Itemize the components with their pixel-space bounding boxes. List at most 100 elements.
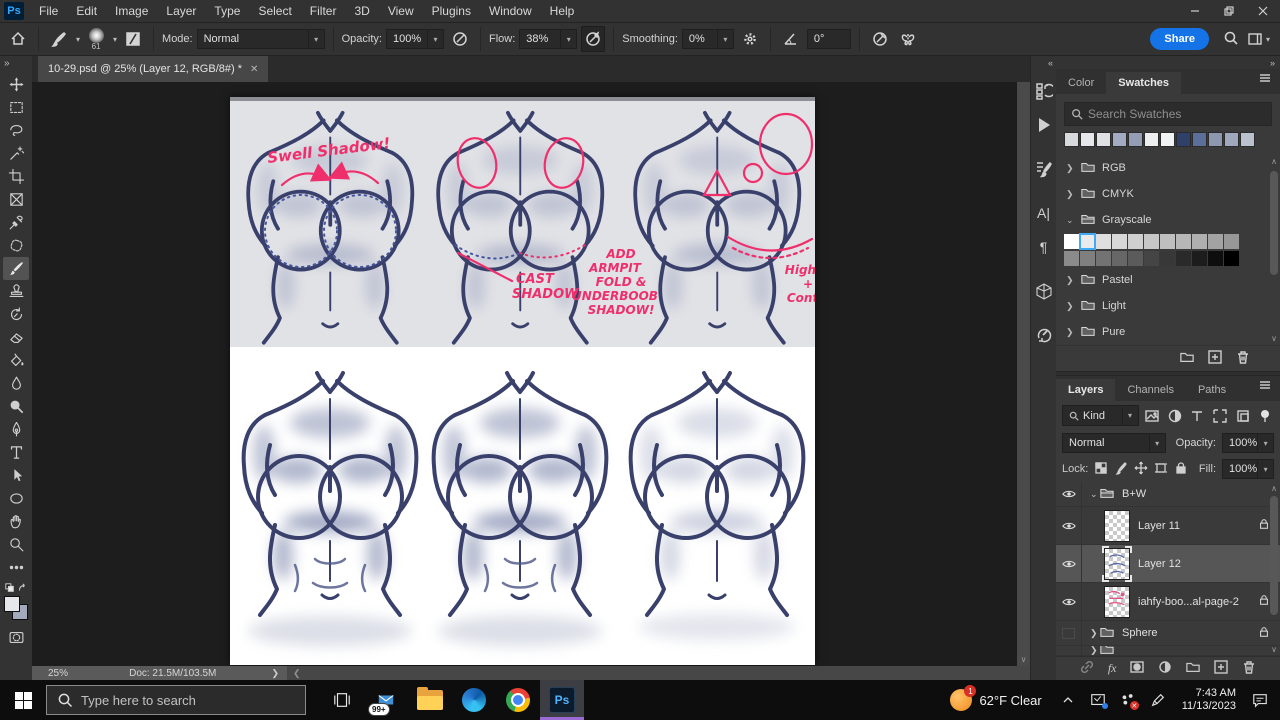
lock-all-icon[interactable]: [1174, 461, 1188, 478]
crop-tool-icon[interactable]: [3, 165, 29, 188]
grayscale-swatch-0-3[interactable]: [1112, 234, 1127, 249]
layer-row-layer-12[interactable]: Layer 12: [1056, 545, 1280, 583]
status-popup-chevron-icon[interactable]: ❯: [263, 668, 287, 679]
new-layer-icon[interactable]: [1214, 660, 1228, 677]
share-button[interactable]: Share: [1150, 28, 1209, 50]
layer-thumbnail[interactable]: [1104, 585, 1130, 618]
visibility-eye-icon[interactable]: [1056, 545, 1082, 582]
tab-channels[interactable]: Channels: [1115, 379, 1185, 401]
brush-tool-preset-icon[interactable]: [47, 26, 71, 52]
group-expand-chevron-icon[interactable]: ⌄: [1090, 489, 1100, 500]
lock-position-icon[interactable]: [1134, 461, 1148, 478]
group-expand-chevron-icon[interactable]: ❯: [1090, 628, 1100, 639]
lock-transparency-icon[interactable]: [1094, 461, 1108, 478]
document-tab[interactable]: 10-29.psd @ 25% (Layer 12, RGB/8#) * ✕: [38, 56, 269, 82]
filter-image-layers-icon[interactable]: [1144, 406, 1162, 426]
default-swap-colors-icons[interactable]: [3, 583, 29, 593]
smoothing-select[interactable]: 0% ▾: [681, 29, 734, 49]
scroll-left-icon[interactable]: ❮: [287, 668, 301, 679]
grayscale-swatch-0-2[interactable]: [1096, 234, 1111, 249]
layer-name[interactable]: Layer 12: [1138, 558, 1181, 570]
menu-item-plugins[interactable]: Plugins: [423, 0, 480, 22]
grayscale-swatch-0-9[interactable]: [1208, 234, 1223, 249]
photoshop-taskbar-button[interactable]: Ps: [540, 680, 584, 720]
symmetry-butterfly-icon[interactable]: [896, 26, 920, 52]
delete-swatch-icon[interactable]: [1236, 350, 1250, 367]
new-swatch-group-icon[interactable]: [1180, 350, 1194, 367]
minimize-button[interactable]: [1178, 0, 1212, 22]
filter-type-layers-icon[interactable]: [1189, 406, 1207, 426]
visibility-eye-icon[interactable]: [1056, 482, 1082, 506]
new-group-icon[interactable]: [1186, 660, 1200, 677]
art-history-panel-icon[interactable]: [1032, 322, 1056, 348]
pen-tray-icon[interactable]: [1148, 690, 1168, 710]
menu-item-image[interactable]: Image: [106, 0, 157, 22]
sync-error-tray-icon[interactable]: ✕: [1118, 690, 1139, 710]
grayscale-swatch-1-9[interactable]: [1208, 251, 1223, 266]
new-swatch-icon[interactable]: [1208, 350, 1222, 367]
grayscale-swatch-1-10[interactable]: [1224, 251, 1239, 266]
zoom-tool-icon[interactable]: [3, 533, 29, 556]
taskbar-clock[interactable]: 7:43 AM 11/13/2023: [1178, 687, 1240, 713]
expand-tools-chevron-icon[interactable]: »: [0, 56, 14, 73]
foreground-background-color-swatches[interactable]: [3, 596, 29, 622]
scroll-up-icon[interactable]: ∧: [1269, 484, 1279, 493]
restore-button[interactable]: [1212, 0, 1246, 22]
filter-kind-select[interactable]: Kind ▾: [1062, 405, 1139, 426]
path-selection-tool-icon[interactable]: [3, 464, 29, 487]
vertical-scrollbar[interactable]: ∨: [1017, 82, 1030, 666]
grayscale-swatch-0-4[interactable]: [1128, 234, 1143, 249]
action-center-icon[interactable]: [1250, 690, 1270, 710]
grayscale-swatch-1-3[interactable]: [1112, 251, 1127, 266]
taskbar-search-input[interactable]: [81, 692, 295, 708]
layer-name[interactable]: Layer 11: [1138, 520, 1180, 532]
recent-swatch-6[interactable]: [1160, 132, 1175, 147]
home-icon[interactable]: [6, 26, 30, 52]
weather-widget[interactable]: 1 62°F Clear: [944, 685, 1047, 711]
more-tools-icon[interactable]: [3, 556, 29, 579]
file-explorer-button[interactable]: [408, 680, 452, 720]
history-panel-icon[interactable]: [1032, 78, 1056, 104]
layer-row-layer-11[interactable]: Layer 11: [1056, 507, 1280, 545]
recent-swatch-5[interactable]: [1144, 132, 1159, 147]
filter-adjustment-layers-icon[interactable]: [1166, 406, 1184, 426]
close-button[interactable]: [1246, 0, 1280, 22]
recent-swatch-11[interactable]: [1240, 132, 1255, 147]
scroll-down-icon[interactable]: ∨: [1269, 645, 1279, 654]
swatches-search-input[interactable]: [1088, 107, 1265, 121]
shape-tool-icon[interactable]: [3, 487, 29, 510]
grayscale-swatch-1-1[interactable]: [1080, 251, 1095, 266]
tab-color[interactable]: Color: [1056, 72, 1106, 94]
layer-fill-select[interactable]: 100% ▾: [1222, 459, 1274, 479]
swatch-group-pure[interactable]: ❯ Pure: [1056, 319, 1280, 345]
recent-swatch-7[interactable]: [1176, 132, 1191, 147]
layer-opacity-select[interactable]: 100% ▾: [1222, 433, 1274, 453]
menu-item-help[interactable]: Help: [541, 0, 584, 22]
grayscale-swatch-0-6[interactable]: [1160, 234, 1175, 249]
layers-panel-menu-icon[interactable]: [1250, 378, 1280, 401]
menu-item-view[interactable]: View: [379, 0, 423, 22]
swatch-group-cmyk[interactable]: ❯ CMYK: [1056, 181, 1280, 207]
brush-settings-panel-icon[interactable]: [1032, 156, 1056, 182]
3d-panel-icon[interactable]: [1032, 278, 1056, 304]
layer-name[interactable]: B+W: [1122, 488, 1146, 500]
recent-swatch-8[interactable]: [1192, 132, 1207, 147]
grayscale-swatch-1-0[interactable]: [1064, 251, 1079, 266]
layer-row-group-sphere[interactable]: ❯ Sphere: [1056, 621, 1280, 646]
swatch-group-rgb[interactable]: ❯ RGB: [1056, 155, 1280, 181]
edge-browser-button[interactable]: [452, 680, 496, 720]
layer-name[interactable]: Sphere: [1122, 627, 1157, 639]
filter-shape-layers-icon[interactable]: [1211, 406, 1229, 426]
paint-bucket-tool-icon[interactable]: [3, 349, 29, 372]
new-adjustment-layer-icon[interactable]: [1158, 660, 1172, 677]
grayscale-swatch-1-7[interactable]: [1176, 251, 1191, 266]
filter-smart-objects-icon[interactable]: [1234, 406, 1252, 426]
hand-tool-icon[interactable]: [3, 510, 29, 533]
airbrush-toggle-icon[interactable]: [581, 26, 606, 52]
flow-select[interactable]: 38% ▾: [519, 29, 578, 49]
layer-thumbnail[interactable]: [1104, 509, 1130, 542]
quick-selection-tool-icon[interactable]: [3, 142, 29, 165]
menu-item-layer[interactable]: Layer: [157, 0, 205, 22]
layer-row-group-bw[interactable]: ⌄ B+W: [1056, 482, 1280, 507]
dodge-tool-icon[interactable]: [3, 395, 29, 418]
